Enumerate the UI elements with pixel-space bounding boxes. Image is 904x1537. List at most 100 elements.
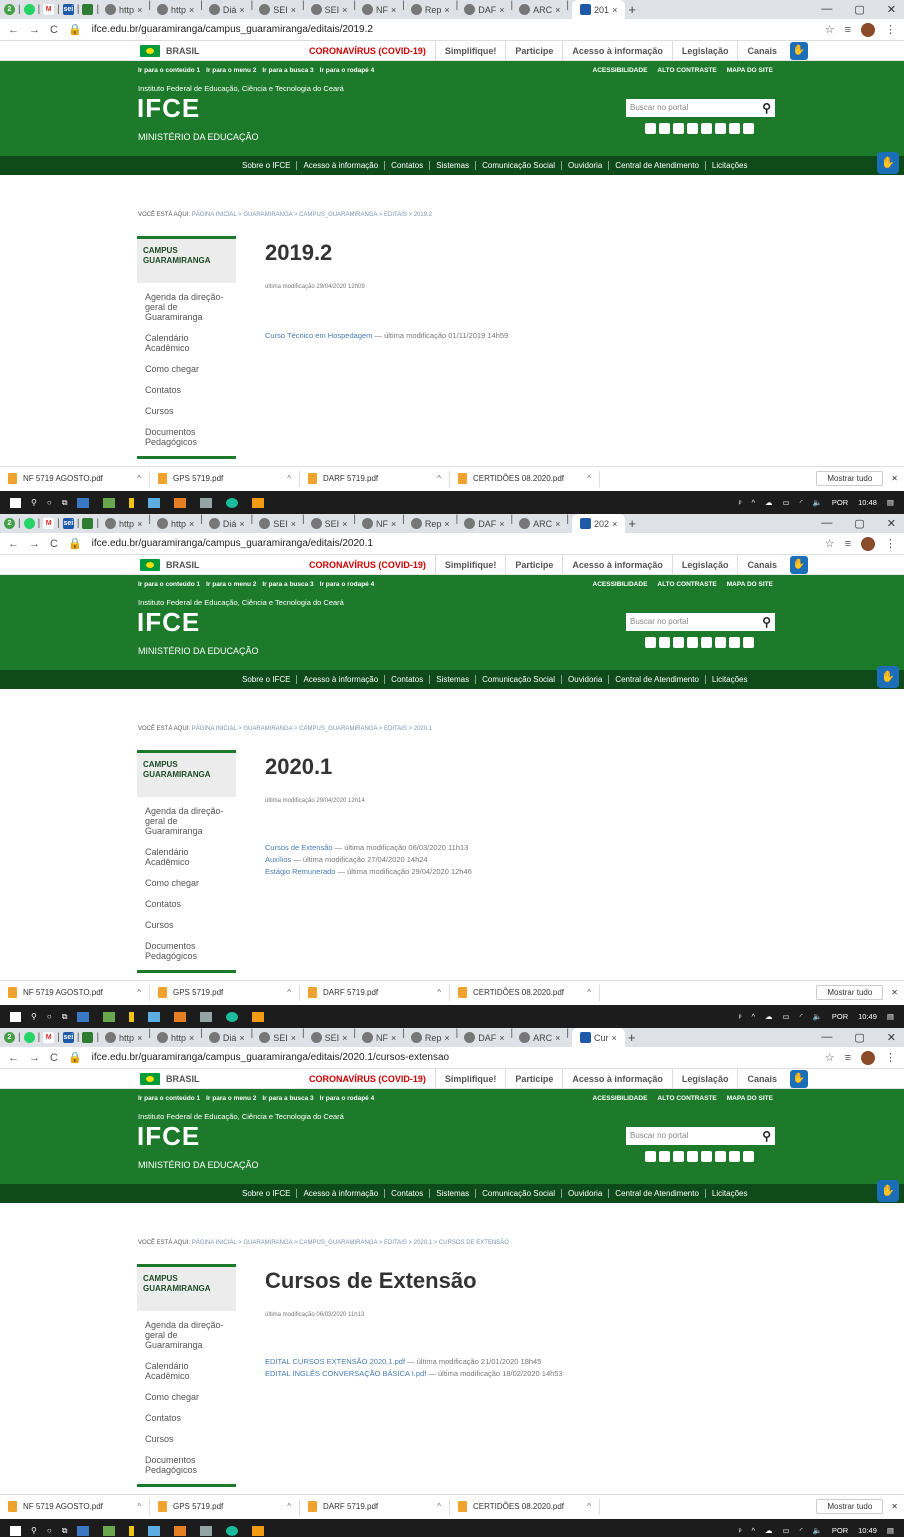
nav-item[interactable]: Licitações xyxy=(704,161,754,170)
document-link[interactable]: Cursos de Extensão xyxy=(265,843,333,852)
search-icon[interactable]: ⚲ xyxy=(762,99,771,117)
volume-icon[interactable]: 🔈 xyxy=(813,1012,822,1021)
search-input[interactable]: Buscar no portal ⚲ xyxy=(626,613,775,631)
star-icon[interactable]: ☆ xyxy=(825,23,835,36)
close-icon[interactable]: ✕ xyxy=(887,3,896,16)
sidebar-heading[interactable]: CAMPUS GUARAMIRANGA xyxy=(137,750,236,797)
youtube-icon[interactable] xyxy=(659,1151,670,1162)
back-icon[interactable]: ← xyxy=(8,1052,19,1064)
gov-link[interactable]: Simplifique! xyxy=(434,554,506,575)
language-indicator[interactable]: POR xyxy=(832,1012,848,1021)
tab-1[interactable]: http × xyxy=(154,514,197,533)
app-icon[interactable] xyxy=(148,497,161,508)
nav-item[interactable]: Acesso à informação xyxy=(296,675,384,684)
battery-icon[interactable]: ▭ xyxy=(783,498,790,507)
show-all-button[interactable]: Mostrar tudo xyxy=(816,985,884,1000)
gmail-icon[interactable]: M xyxy=(43,4,55,15)
people-icon[interactable]: ᵖ xyxy=(739,1012,742,1021)
vlibras-icon[interactable]: ✋ xyxy=(877,152,899,174)
skip-link[interactable]: Ir para o menu 2 xyxy=(206,67,256,74)
gov-link[interactable]: Legislação xyxy=(671,40,738,61)
skip-link[interactable]: Ir para o conteúdo 1 xyxy=(138,581,200,588)
ifce-logo[interactable]: IFCE xyxy=(137,1121,200,1152)
mail-icon[interactable] xyxy=(743,1151,754,1162)
app-icon[interactable] xyxy=(148,1525,161,1536)
tab-8[interactable]: ARC × xyxy=(516,1028,563,1047)
access-link[interactable]: ALTO CONTRASTE xyxy=(657,67,716,74)
chevron-up-icon[interactable]: ^ xyxy=(137,988,141,997)
skip-link[interactable]: Ir para a busca 3 xyxy=(262,67,313,74)
chevron-up-icon[interactable]: ^ xyxy=(587,474,591,483)
search-taskbar-icon[interactable]: ⚲ xyxy=(31,498,37,507)
tab-4[interactable]: SEI × xyxy=(308,0,351,19)
explorer-icon[interactable] xyxy=(252,1525,265,1536)
sidebar-item[interactable]: Como chegar xyxy=(137,875,236,891)
sidebar-item[interactable]: Cursos xyxy=(137,403,236,419)
nav-item[interactable]: Acesso à informação xyxy=(296,1189,384,1198)
cloud-icon[interactable]: ☁ xyxy=(765,1012,773,1021)
task-view-icon[interactable]: ⧉ xyxy=(62,1012,68,1022)
app-icon[interactable] xyxy=(129,1011,135,1022)
app-icon[interactable] xyxy=(174,1011,187,1022)
ifce-logo[interactable]: IFCE xyxy=(137,607,200,638)
tab-7[interactable]: DAF × xyxy=(461,1028,507,1047)
menu-icon[interactable]: ⋮ xyxy=(885,23,896,36)
chevron-up-icon[interactable]: ^ xyxy=(437,474,441,483)
language-indicator[interactable]: POR xyxy=(832,498,848,507)
clock[interactable]: 10:48 xyxy=(858,498,877,507)
tab-2[interactable]: Diá × xyxy=(206,0,248,19)
sidebar-heading[interactable]: CAMPUS GUARAMIRANGA xyxy=(137,1264,236,1311)
sidebar-item[interactable]: Cursos xyxy=(137,1431,236,1447)
chevron-up-icon[interactable]: ^ xyxy=(287,988,291,997)
bookmark-icon[interactable] xyxy=(82,1032,94,1043)
sidebar-item[interactable]: Como chegar xyxy=(137,361,236,377)
chevron-up-icon[interactable]: ^ xyxy=(137,1502,141,1511)
bookmark-icon[interactable] xyxy=(82,4,94,15)
tab-1[interactable]: http × xyxy=(154,0,197,19)
reading-list-icon[interactable]: ≡ xyxy=(845,24,851,36)
nav-item[interactable]: Ouvidoria xyxy=(561,675,608,684)
gov-link[interactable]: Canais xyxy=(737,40,786,61)
nav-item[interactable]: Sistemas xyxy=(429,675,475,684)
nav-item[interactable]: Contatos xyxy=(384,1189,429,1198)
sei-icon[interactable]: sei xyxy=(62,518,74,529)
battery-icon[interactable]: ▭ xyxy=(783,1012,790,1021)
avatar[interactable] xyxy=(861,1050,875,1065)
tab-2[interactable]: Diá × xyxy=(206,1028,248,1047)
cloud-icon[interactable]: ☁ xyxy=(765,498,773,507)
youtube-icon[interactable] xyxy=(659,637,670,648)
language-indicator[interactable]: POR xyxy=(832,1526,848,1535)
gov-link[interactable]: CORONAVÍRUS (COVID-19) xyxy=(300,555,435,575)
nav-item[interactable]: Sistemas xyxy=(429,161,475,170)
clock[interactable]: 10:49 xyxy=(858,1012,877,1021)
chevron-up-icon[interactable]: ^ xyxy=(137,474,141,483)
close-icon[interactable]: ✕ xyxy=(887,1031,896,1044)
app-icon[interactable] xyxy=(103,497,116,508)
soundcloud-icon[interactable] xyxy=(715,1151,726,1162)
access-link[interactable]: ALTO CONTRASTE xyxy=(657,581,716,588)
youtube-icon[interactable] xyxy=(659,123,670,134)
forward-icon[interactable]: → xyxy=(29,24,40,36)
tab-3[interactable]: SEI × xyxy=(256,0,299,19)
nav-item[interactable]: Central de Atendimento xyxy=(608,1189,705,1198)
facebook-icon[interactable] xyxy=(645,1151,656,1162)
mail-icon[interactable] xyxy=(743,637,754,648)
app-icon[interactable] xyxy=(103,1525,116,1536)
gmail-icon[interactable]: M xyxy=(43,1032,55,1043)
tab-4[interactable]: SEI × xyxy=(308,514,351,533)
sei-icon[interactable]: sei xyxy=(62,4,74,15)
access-link[interactable]: ACESSIBILIDADE xyxy=(593,581,648,588)
avatar[interactable] xyxy=(861,536,875,551)
battery-icon[interactable]: ▭ xyxy=(783,1526,790,1535)
soundcloud-icon[interactable] xyxy=(715,123,726,134)
new-tab-button[interactable]: + xyxy=(628,516,636,531)
brasil-link[interactable]: BRASIL xyxy=(140,558,300,571)
app-icon[interactable] xyxy=(200,1525,213,1536)
skip-link[interactable]: Ir para o menu 2 xyxy=(206,581,256,588)
app-icon[interactable] xyxy=(174,1525,187,1536)
tab-7[interactable]: DAF × xyxy=(461,514,507,533)
avatar[interactable] xyxy=(861,22,875,37)
chevron-up-icon[interactable]: ^ xyxy=(751,498,755,507)
rss-icon[interactable] xyxy=(729,123,740,134)
chevron-up-icon[interactable]: ^ xyxy=(587,1502,591,1511)
